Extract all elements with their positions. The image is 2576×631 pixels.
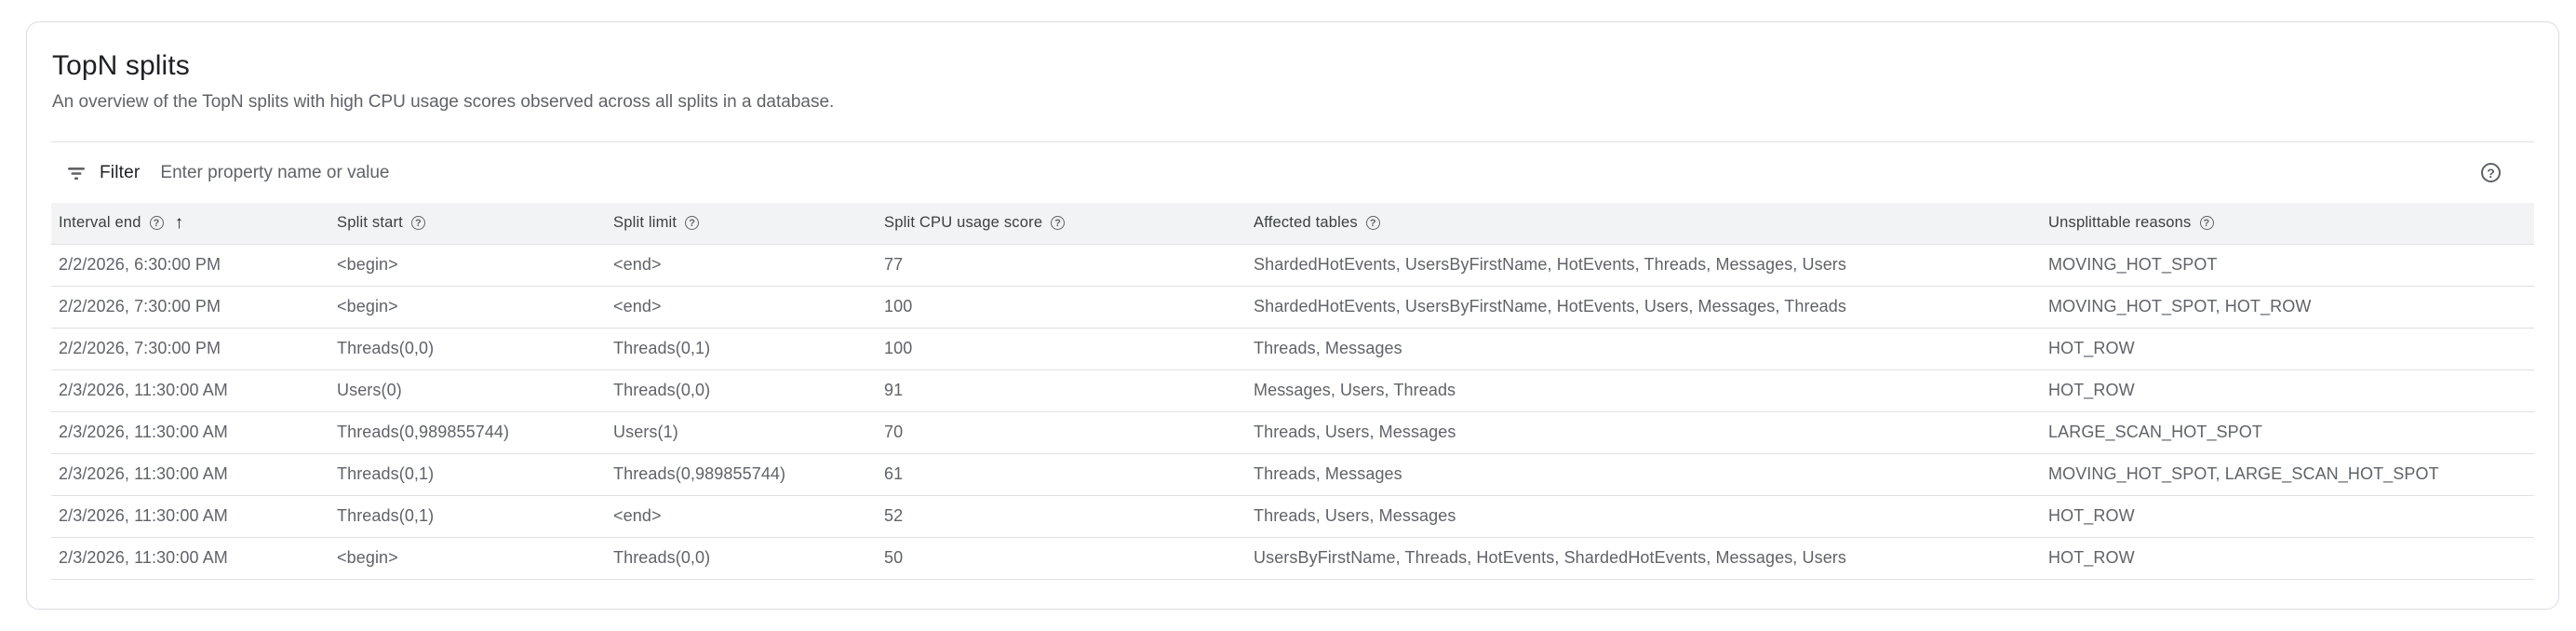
cell-split-cpu-usage-score: 100 — [877, 286, 1246, 328]
table-row: 2/3/2026, 11:30:00 AMUsers(0)Threads(0,0… — [51, 369, 2534, 411]
column-header-unsplittable-reasons[interactable]: Unsplittable reasons? — [2041, 203, 2534, 244]
table-body: 2/2/2026, 6:30:00 PM<begin><end>77Sharde… — [51, 244, 2534, 579]
cell-split-start: <begin> — [329, 286, 606, 328]
column-header-affected-tables[interactable]: Affected tables? — [1246, 203, 2041, 244]
help-icon[interactable]: ? — [2481, 163, 2501, 182]
cell-interval-end: 2/3/2026, 11:30:00 AM — [51, 495, 329, 537]
cell-split-start: Threads(0,1) — [329, 453, 606, 495]
table-row: 2/3/2026, 11:30:00 AMThreads(0,1)Threads… — [51, 453, 2534, 495]
filter-bar: Filter ? — [51, 141, 2534, 203]
filter-list-icon — [65, 162, 87, 184]
card-body: Filter ? Interval end?↑Split start?Split… — [51, 141, 2534, 580]
cell-interval-end: 2/3/2026, 11:30:00 AM — [51, 453, 329, 495]
cell-affected-tables: Threads, Users, Messages — [1246, 411, 2041, 453]
help-icon[interactable]: ? — [2200, 216, 2214, 230]
cell-interval-end: 2/3/2026, 11:30:00 AM — [51, 369, 329, 411]
cell-split-limit: Threads(0,1) — [606, 328, 877, 369]
cell-split-limit: <end> — [606, 286, 877, 328]
help-icon[interactable]: ? — [685, 216, 699, 230]
column-header-split-limit[interactable]: Split limit? — [606, 203, 877, 244]
topn-splits-card: TopN splits An overview of the TopN spli… — [26, 21, 2559, 610]
cell-interval-end: 2/2/2026, 6:30:00 PM — [51, 244, 329, 286]
cell-split-limit: <end> — [606, 244, 877, 286]
cell-affected-tables: Messages, Users, Threads — [1246, 369, 2041, 411]
cell-interval-end: 2/3/2026, 11:30:00 AM — [51, 537, 329, 579]
column-label: Split CPU usage score — [884, 214, 1042, 232]
table-row: 2/3/2026, 11:30:00 AMThreads(0,989855744… — [51, 411, 2534, 453]
cell-split-limit: <end> — [606, 495, 877, 537]
cell-unsplittable-reasons: LARGE_SCAN_HOT_SPOT — [2041, 411, 2534, 453]
cell-split-cpu-usage-score: 50 — [877, 537, 1246, 579]
cell-affected-tables: Threads, Users, Messages — [1246, 495, 2041, 537]
filter-input[interactable] — [160, 163, 2481, 183]
cell-split-limit: Threads(0,0) — [606, 537, 877, 579]
cell-unsplittable-reasons: HOT_ROW — [2041, 369, 2534, 411]
cell-split-cpu-usage-score: 61 — [877, 453, 1246, 495]
cell-unsplittable-reasons: HOT_ROW — [2041, 328, 2534, 369]
card-description: An overview of the TopN splits with high… — [52, 90, 2533, 114]
cell-affected-tables: ShardedHotEvents, UsersByFirstName, HotE… — [1246, 286, 2041, 328]
cell-unsplittable-reasons: MOVING_HOT_SPOT — [2041, 244, 2534, 286]
cell-unsplittable-reasons: MOVING_HOT_SPOT, HOT_ROW — [2041, 286, 2534, 328]
cell-split-start: Threads(0,1) — [329, 495, 606, 537]
topn-splits-table: Interval end?↑Split start?Split limit?Sp… — [51, 203, 2534, 580]
cell-interval-end: 2/3/2026, 11:30:00 AM — [51, 411, 329, 453]
help-icon[interactable]: ? — [1051, 216, 1065, 230]
column-label: Affected tables — [1254, 214, 1358, 232]
column-label: Split limit — [613, 214, 677, 232]
table-row: 2/3/2026, 11:30:00 AM<begin>Threads(0,0)… — [51, 537, 2534, 579]
cell-unsplittable-reasons: MOVING_HOT_SPOT, LARGE_SCAN_HOT_SPOT — [2041, 453, 2534, 495]
sort-ascending-icon: ↑ — [175, 214, 184, 232]
column-header-split-cpu-usage-score[interactable]: Split CPU usage score? — [877, 203, 1246, 244]
cell-split-start: <begin> — [329, 244, 606, 286]
cell-split-cpu-usage-score: 70 — [877, 411, 1246, 453]
column-label: Interval end — [59, 214, 141, 232]
cell-split-start: Threads(0,0) — [329, 328, 606, 369]
cell-split-start: Users(0) — [329, 369, 606, 411]
column-label: Unsplittable reasons — [2048, 214, 2192, 232]
cell-unsplittable-reasons: HOT_ROW — [2041, 495, 2534, 537]
table-row: 2/2/2026, 7:30:00 PMThreads(0,0)Threads(… — [51, 328, 2534, 369]
cell-split-cpu-usage-score: 77 — [877, 244, 1246, 286]
column-header-interval-end[interactable]: Interval end? ↑ — [51, 203, 329, 244]
cell-split-limit: Threads(0,0) — [606, 369, 877, 411]
card-header: TopN splits An overview of the TopN spli… — [27, 22, 2558, 114]
cell-interval-end: 2/2/2026, 7:30:00 PM — [51, 328, 329, 369]
filter-label[interactable]: Filter — [100, 163, 140, 183]
filter-controls: Filter — [51, 162, 2481, 184]
cell-affected-tables: Threads, Messages — [1246, 328, 2041, 369]
page-title: TopN splits — [52, 48, 2533, 84]
cell-split-cpu-usage-score: 52 — [877, 495, 1246, 537]
cell-affected-tables: ShardedHotEvents, UsersByFirstName, HotE… — [1246, 244, 2041, 286]
cell-interval-end: 2/2/2026, 7:30:00 PM — [51, 286, 329, 328]
column-label: Split start — [337, 214, 403, 232]
table-row: 2/3/2026, 11:30:00 AMThreads(0,1)<end>52… — [51, 495, 2534, 537]
cell-affected-tables: UsersByFirstName, Threads, HotEvents, Sh… — [1246, 537, 2041, 579]
cell-split-limit: Threads(0,989855744) — [606, 453, 877, 495]
help-icon[interactable]: ? — [1366, 216, 1380, 230]
column-header-split-start[interactable]: Split start? — [329, 203, 606, 244]
cell-split-cpu-usage-score: 100 — [877, 328, 1246, 369]
cell-split-limit: Users(1) — [606, 411, 877, 453]
table-header-row: Interval end?↑Split start?Split limit?Sp… — [51, 203, 2534, 244]
table-row: 2/2/2026, 6:30:00 PM<begin><end>77Sharde… — [51, 244, 2534, 286]
help-icon[interactable]: ? — [411, 216, 425, 230]
cell-split-cpu-usage-score: 91 — [877, 369, 1246, 411]
cell-affected-tables: Threads, Messages — [1246, 453, 2041, 495]
cell-split-start: Threads(0,989855744) — [329, 411, 606, 453]
help-icon[interactable]: ? — [150, 216, 164, 230]
cell-split-start: <begin> — [329, 537, 606, 579]
cell-unsplittable-reasons: HOT_ROW — [2041, 537, 2534, 579]
table-row: 2/2/2026, 7:30:00 PM<begin><end>100Shard… — [51, 286, 2534, 328]
